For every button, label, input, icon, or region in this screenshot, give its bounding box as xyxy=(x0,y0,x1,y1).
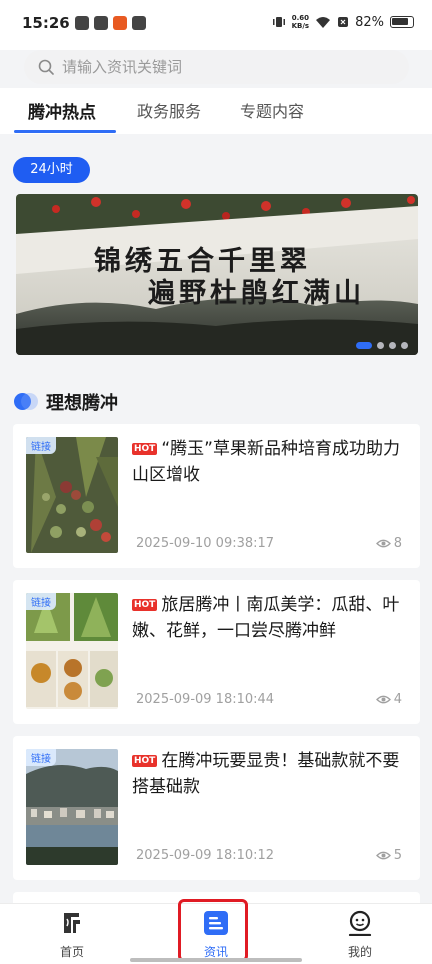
article-title-text: 在腾冲玩要显贵！基础款就不要搭基础款 xyxy=(132,751,400,797)
tab-special-topics[interactable]: 专题内容 xyxy=(240,98,304,122)
article-thumbnail: 链接 xyxy=(26,593,118,709)
article-views: 4 xyxy=(375,692,402,707)
article-title-text: “腾玉”草果新品种培育成功助力山区增收 xyxy=(132,439,400,485)
home-logo-icon xyxy=(64,913,80,933)
search-bar[interactable] xyxy=(24,50,409,84)
section-dot-icon xyxy=(14,390,38,414)
home-indicator[interactable] xyxy=(130,958,302,962)
eye-icon xyxy=(375,851,391,860)
article-time: 2025-09-09 18:10:44 xyxy=(136,692,275,707)
tab-tengchong-hot[interactable]: 腾冲热点 xyxy=(28,98,96,123)
banner-title-line2: 遍野杜鹃红满山 xyxy=(148,278,365,309)
article-views: 8 xyxy=(375,536,402,551)
battery-icon xyxy=(390,16,414,28)
article-views: 5 xyxy=(375,848,402,863)
section-heading: 理想腾冲 xyxy=(14,389,118,415)
net-speed: 0.60 KB/s xyxy=(291,14,310,30)
category-tabs: 腾冲热点 政务服务 专题内容 xyxy=(0,88,432,134)
article-thumbnail: 链接 xyxy=(26,437,118,553)
time-filter-badge[interactable]: 24小时 xyxy=(13,157,90,183)
views-count: 8 xyxy=(393,536,402,551)
status-bar: 15:26 0.60 KB/s 82% xyxy=(0,0,432,50)
app-icon xyxy=(94,16,108,30)
active-tab-indicator xyxy=(14,130,116,133)
carousel-dot[interactable] xyxy=(377,342,384,349)
carousel-dot[interactable] xyxy=(356,342,372,349)
banner-carousel[interactable]: 锦绣五合千里翠 遍野杜鹃红满山 xyxy=(16,194,418,355)
lake-town-image xyxy=(26,749,118,865)
status-time: 15:26 xyxy=(22,14,70,32)
link-badge: 链接 xyxy=(26,593,56,610)
highlight-annotation xyxy=(178,899,248,962)
app-icon xyxy=(113,16,127,30)
hot-badge: HOT xyxy=(132,755,158,767)
carousel-indicator xyxy=(356,342,408,349)
pumpkin-collage-image xyxy=(26,593,118,709)
status-right: 0.60 KB/s 82% xyxy=(272,14,414,30)
link-badge: 链接 xyxy=(26,437,56,454)
section-title: 理想腾冲 xyxy=(46,393,118,414)
hot-badge: HOT xyxy=(132,443,158,455)
battery-percent: 82% xyxy=(355,14,384,30)
link-badge: 链接 xyxy=(26,749,56,766)
carousel-dot[interactable] xyxy=(389,342,396,349)
article-thumbnail: 链接 xyxy=(26,749,118,865)
views-count: 5 xyxy=(393,848,402,863)
views-count: 4 xyxy=(393,692,402,707)
search-input[interactable] xyxy=(62,58,382,76)
tiktok-icon xyxy=(132,16,146,30)
vibrate-icon xyxy=(272,17,285,27)
article-title[interactable]: HOT “腾玉”草果新品种培育成功助力山区增收 xyxy=(132,436,402,488)
profile-icon xyxy=(348,910,372,937)
hot-badge: HOT xyxy=(132,599,158,611)
cardamom-plant-image xyxy=(26,437,118,553)
article-card[interactable]: 链接 HOT 在腾冲玩要显贵！基础款就不要搭基础款 2025-09-09 18:1… xyxy=(13,736,420,880)
carousel-dot[interactable] xyxy=(401,342,408,349)
nav-profile[interactable]: 我的 xyxy=(320,910,400,960)
article-title[interactable]: HOT 旅居腾冲丨南瓜美学：瓜甜、叶嫩、花鲜，一口尝尽腾冲鲜 xyxy=(132,592,402,644)
article-title[interactable]: HOT 在腾冲玩要显贵！基础款就不要搭基础款 xyxy=(132,748,402,800)
wifi-icon xyxy=(316,16,331,28)
tab-government-service[interactable]: 政务服务 xyxy=(137,98,201,122)
article-card[interactable]: 链接 HOT 旅居腾冲丨南瓜美学：瓜甜、叶嫩、花鲜，一口尝尽腾冲鲜 2025-09… xyxy=(13,580,420,724)
crown-icon xyxy=(75,16,89,30)
nav-home-label: 首页 xyxy=(59,945,84,959)
article-time: 2025-09-09 18:10:12 xyxy=(136,848,275,863)
nav-home[interactable]: 首页 xyxy=(32,910,112,960)
eye-icon xyxy=(375,695,391,704)
article-title-text: 旅居腾冲丨南瓜美学：瓜甜、叶嫩、花鲜，一口尝尽腾冲鲜 xyxy=(132,595,400,641)
nav-profile-label: 我的 xyxy=(347,945,372,959)
article-time: 2025-09-10 09:38:17 xyxy=(136,536,275,551)
article-card[interactable]: 链接 HOT “腾玉”草果新品种培育成功助力山区增收 2025-09-10 09:… xyxy=(13,424,420,568)
notification-icons xyxy=(75,16,146,30)
search-icon xyxy=(38,59,54,75)
sim-icon xyxy=(338,17,349,27)
eye-icon xyxy=(375,539,391,548)
